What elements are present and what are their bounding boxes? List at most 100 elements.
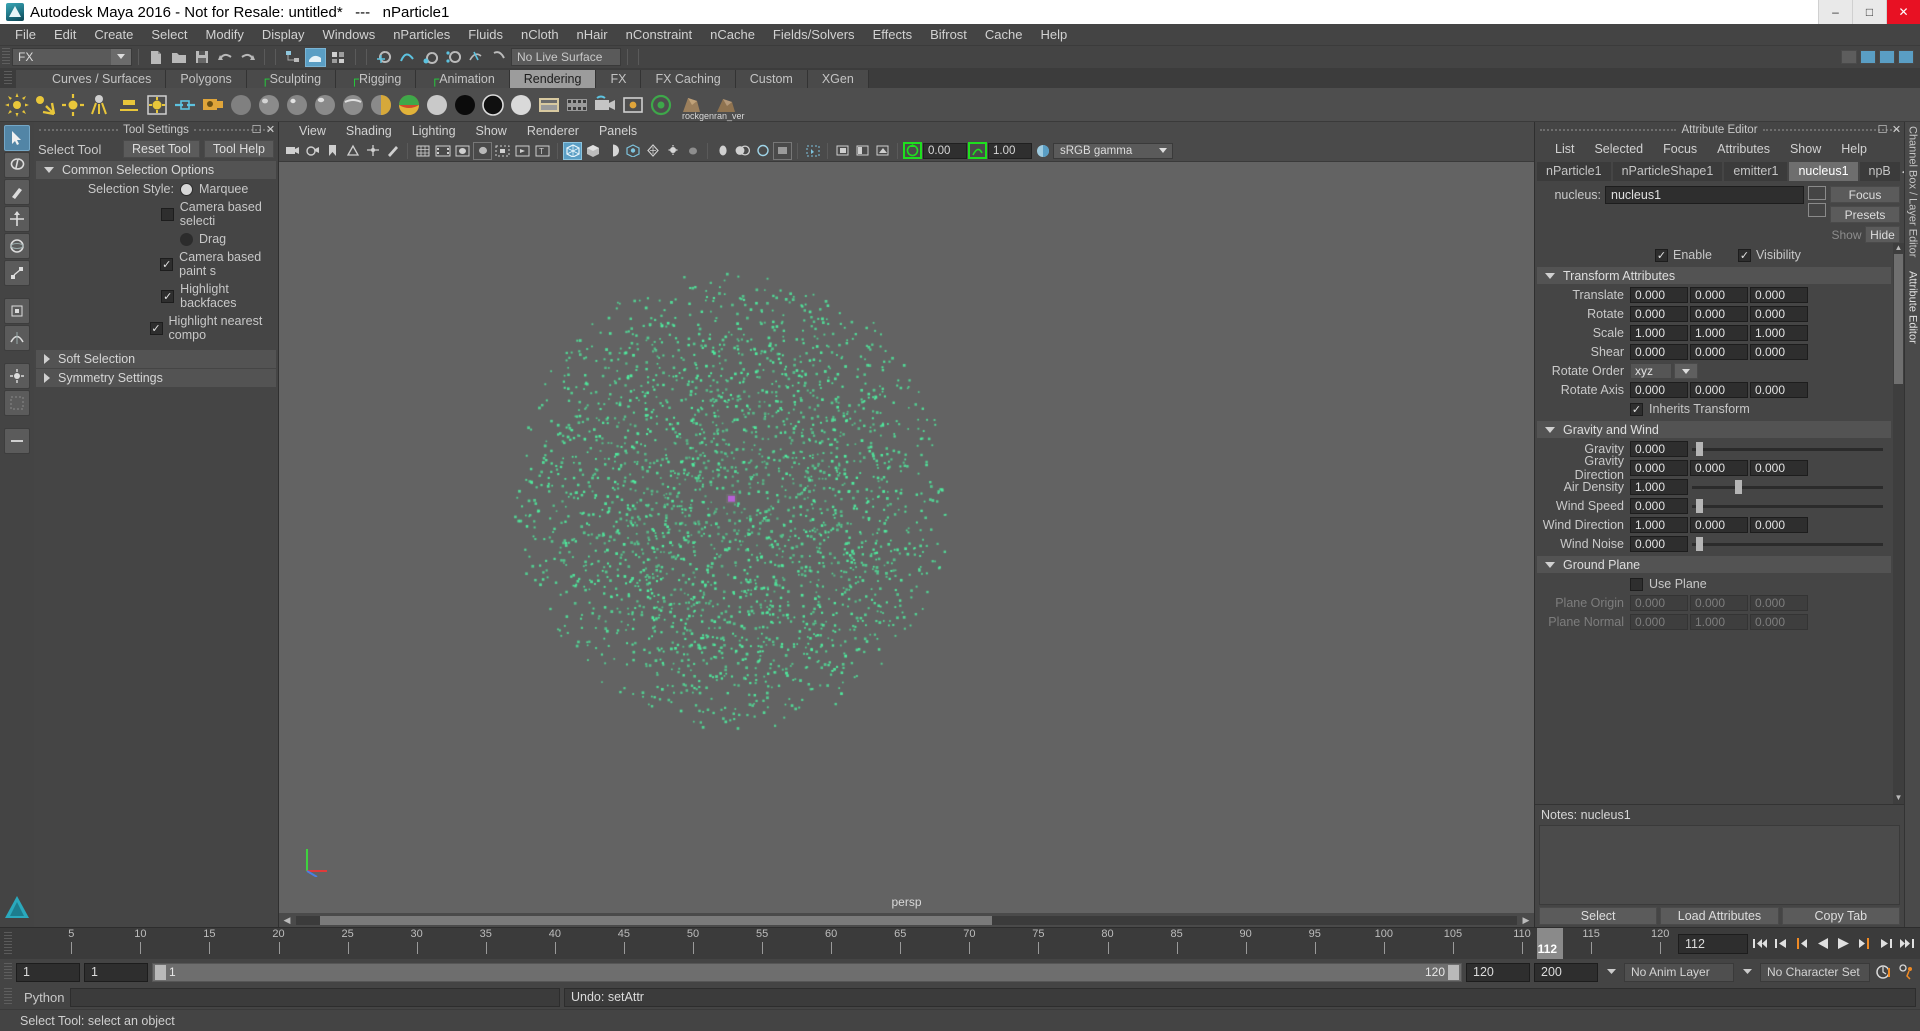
animation-preferences-icon[interactable]	[1897, 962, 1916, 982]
menu-select[interactable]: Select	[142, 24, 196, 46]
close-icon[interactable]: ✕	[265, 123, 276, 136]
paint-select-tool-icon[interactable]	[4, 179, 30, 205]
blinn-shader-icon[interactable]	[256, 92, 282, 118]
value-field-3[interactable]: 1.000	[1750, 325, 1808, 341]
ae-footer-copy-tab[interactable]: Copy Tab	[1781, 907, 1900, 925]
render-settings-icon[interactable]	[620, 92, 646, 118]
value-field-1[interactable]: 1.000	[1630, 325, 1688, 341]
checkbox-box[interactable]: ✓	[1737, 248, 1751, 262]
universal-manipulator-icon[interactable]	[4, 298, 30, 324]
output-connection-icon[interactable]	[1808, 203, 1826, 217]
screen-space-ao-icon[interactable]	[683, 142, 702, 160]
value-field-1[interactable]: 0.000	[1630, 460, 1688, 476]
ae-checkbox-visibility[interactable]: ✓ Visibility	[1737, 248, 1801, 262]
value-field-2[interactable]: 0.000	[1690, 344, 1748, 360]
range-start-field[interactable]: 1	[16, 962, 80, 982]
lambert-shader-icon[interactable]	[228, 92, 254, 118]
snap-point-icon[interactable]	[419, 48, 440, 67]
new-scene-icon[interactable]	[145, 48, 166, 67]
directional-light-icon[interactable]	[32, 92, 58, 118]
ramp-shader-icon[interactable]	[396, 92, 422, 118]
nparticle-cloud[interactable]	[279, 162, 1409, 894]
slider-air-density[interactable]	[1690, 479, 1885, 495]
range-end-field[interactable]: 200	[1534, 962, 1598, 982]
shelf-tab-bar[interactable]: Curves / Surfaces Polygons ┌Sculpting ┌Rigg…	[0, 68, 1920, 88]
viewport-menu-panels[interactable]: Panels	[589, 124, 647, 138]
move-tool-icon[interactable]	[4, 206, 30, 232]
show-button[interactable]: Show	[1830, 226, 1863, 243]
shelf-tab-fx-caching[interactable]: FX Caching	[641, 70, 736, 88]
frame-soft-selection[interactable]: Soft Selection	[36, 350, 276, 368]
value-field-3[interactable]: 0.000	[1750, 344, 1808, 360]
slider-wind-speed[interactable]	[1690, 498, 1885, 514]
show-tool-settings-icon[interactable]	[1879, 50, 1895, 64]
hide-button[interactable]: Hide	[1865, 226, 1900, 243]
anim-start-field[interactable]: 1	[84, 962, 148, 982]
light-linking-icon[interactable]	[172, 92, 198, 118]
anim-end-field[interactable]: 120	[1466, 962, 1530, 982]
scroll-down-icon[interactable]: ▼	[1895, 793, 1903, 802]
select-tool-icon[interactable]	[4, 125, 30, 151]
textures-icon[interactable]	[643, 142, 662, 160]
command-language-label[interactable]: Python	[16, 990, 66, 1005]
xray-icon[interactable]	[803, 142, 822, 160]
viewport-menu-renderer[interactable]: Renderer	[517, 124, 589, 138]
make-live-icon[interactable]	[488, 48, 509, 67]
white-sphere-icon[interactable]	[508, 92, 534, 118]
texture-icon[interactable]	[536, 92, 562, 118]
bookmark-icon[interactable]	[323, 142, 342, 160]
camera-attributes-icon[interactable]	[303, 142, 322, 160]
phonge-shader-icon[interactable]	[312, 92, 338, 118]
film-icon[interactable]	[564, 92, 590, 118]
point-light-icon[interactable]	[60, 92, 86, 118]
shelf-tab-animation[interactable]: ┌Animation	[416, 70, 510, 88]
rotate-tool-icon[interactable]	[4, 233, 30, 259]
close-button[interactable]: ✕	[1886, 0, 1920, 24]
spot-light-icon[interactable]	[88, 92, 114, 118]
anim-layer-selector[interactable]: No Anim Layer	[1624, 962, 1734, 982]
time-slider[interactable]: 5 10 15 20 25 30 35 40 45 50 55 60 65 70 75 80 85 90 95 100…	[16, 928, 1674, 959]
checkbox-camera-based-paint[interactable]: ✓	[160, 257, 174, 271]
open-scene-icon[interactable]	[168, 48, 189, 67]
checkbox-box[interactable]: ✓	[1655, 248, 1668, 262]
menu-windows[interactable]: Windows	[313, 24, 384, 46]
toolbar-grip[interactable]	[2, 48, 10, 66]
ae-section-gravity-and-wind[interactable]: Gravity and Wind	[1537, 421, 1891, 438]
ae-menu-attributes[interactable]: Attributes	[1707, 142, 1780, 156]
chevron-down-icon[interactable]	[1602, 963, 1620, 982]
value-field-2[interactable]: 0.000	[1690, 382, 1748, 398]
step-back-keyframe-icon[interactable]	[1771, 934, 1790, 954]
hypershade-icon[interactable]	[648, 92, 674, 118]
phong-shader-icon[interactable]	[284, 92, 310, 118]
slider-thumb[interactable]	[1695, 442, 1703, 456]
command-line-grip[interactable]	[4, 988, 12, 1006]
lighting-icon[interactable]	[623, 142, 642, 160]
gamma-field[interactable]: 1.00	[988, 142, 1032, 159]
menu-file[interactable]: File	[6, 24, 45, 46]
undo-icon[interactable]	[214, 48, 235, 67]
viewport-horizontal-scrollbar[interactable]: ◀ ▶	[279, 913, 1534, 927]
ae-section-transform-attributes[interactable]: Transform Attributes	[1537, 267, 1891, 284]
radio-drag[interactable]	[180, 232, 193, 246]
reset-tool-button[interactable]: Reset Tool	[123, 140, 200, 158]
color-management-selector[interactable]: sRGB gamma	[1053, 142, 1173, 159]
viewport-toolbar[interactable]: T 0.00 1.00 sRGB gamma	[279, 140, 1534, 162]
value-field-3[interactable]: 0.000	[1750, 382, 1808, 398]
input-connection-icon[interactable]	[1808, 186, 1826, 200]
xray-joints-icon[interactable]	[833, 142, 852, 160]
dash-icon[interactable]	[4, 428, 30, 454]
shelf-tab-rigging[interactable]: ┌Rigging	[336, 70, 417, 88]
dropdown-rotate-order[interactable]: xyz	[1630, 363, 1672, 379]
shelf-icon-bar[interactable]: rockgen ran_ver	[0, 88, 1920, 122]
ae-tab-npb[interactable]: npB	[1859, 161, 1900, 181]
snap-grid-icon[interactable]	[373, 48, 394, 67]
render-view-icon[interactable]	[200, 92, 226, 118]
snap-projected-icon[interactable]	[442, 48, 463, 67]
ae-tab-nparticle1[interactable]: nParticle1	[1537, 161, 1611, 181]
smooth-shade-icon[interactable]	[583, 142, 602, 160]
menu-nparticles[interactable]: nParticles	[384, 24, 459, 46]
depth-of-field-icon[interactable]	[753, 142, 772, 160]
attribute-editor-menu-bar[interactable]: List Selected Focus Attributes Show Help	[1535, 138, 1904, 160]
menu-edit[interactable]: Edit	[45, 24, 85, 46]
rock-generator-2-icon[interactable]	[710, 92, 742, 118]
